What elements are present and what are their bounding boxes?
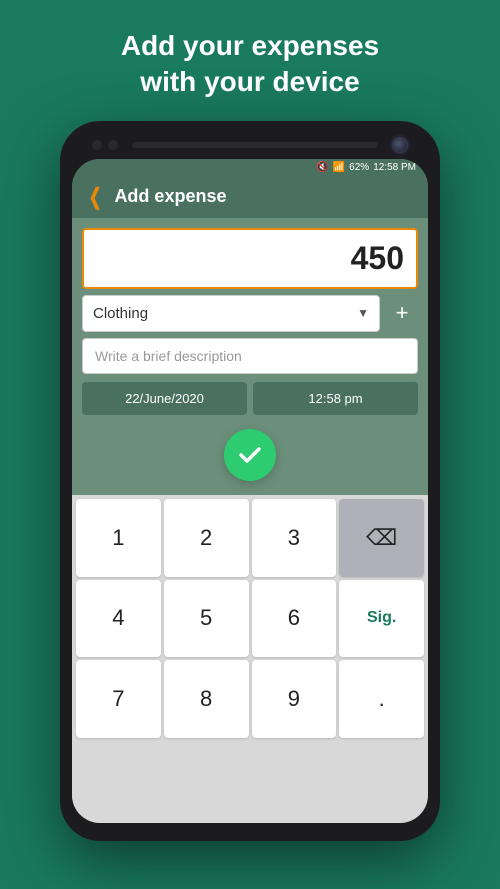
key-9[interactable]: 9 (252, 660, 337, 738)
numeric-keypad: 1 2 3 ⌫ 4 5 6 Sig. 7 8 9 . (72, 495, 428, 823)
confirm-button[interactable] (224, 429, 276, 481)
status-bar: 🔇 📶 62% 12:58 PM (72, 159, 428, 176)
camera-lens (392, 137, 408, 153)
key-6[interactable]: 6 (252, 580, 337, 658)
key-2[interactable]: 2 (164, 499, 249, 577)
key-4[interactable]: 4 (76, 580, 161, 658)
description-input[interactable]: Write a brief description (82, 338, 418, 374)
key-1[interactable]: 1 (76, 499, 161, 577)
header-title: Add your expenses with your device (81, 0, 419, 121)
key-8[interactable]: 8 (164, 660, 249, 738)
page-title: Add expense (114, 186, 226, 207)
chevron-down-icon: ▼ (357, 306, 369, 320)
key-3[interactable]: 3 (252, 499, 337, 577)
date-button[interactable]: 22/June/2020 (82, 382, 247, 415)
time-display: 12:58 PM (373, 162, 416, 173)
checkmark-icon (236, 441, 264, 469)
add-category-button[interactable]: + (386, 297, 418, 329)
mute-icon: 🔇 (316, 162, 328, 173)
category-label: Clothing (93, 305, 148, 322)
time-button[interactable]: 12:58 pm (253, 382, 418, 415)
key-backspace[interactable]: ⌫ (339, 499, 424, 577)
phone-frame: 🔇 📶 62% 12:58 PM ❮ Add expense 450 (60, 121, 440, 841)
key-7[interactable]: 7 (76, 660, 161, 738)
amount-input[interactable]: 450 (82, 228, 418, 289)
app-header: ❮ Add expense (72, 176, 428, 218)
amount-value: 450 (351, 240, 404, 276)
category-dropdown[interactable]: Clothing ▼ (82, 295, 380, 332)
description-placeholder: Write a brief description (95, 348, 242, 364)
key-sig[interactable]: Sig. (339, 580, 424, 658)
key-5[interactable]: 5 (164, 580, 249, 658)
wifi-icon: 📶 (333, 162, 345, 173)
key-dot[interactable]: . (339, 660, 424, 738)
battery-status: 62% (349, 162, 369, 173)
back-button[interactable]: ❮ (89, 186, 102, 208)
